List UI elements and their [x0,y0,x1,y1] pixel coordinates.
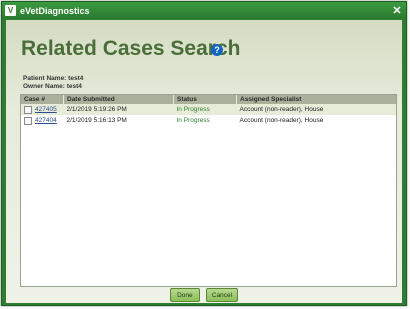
table-row[interactable]: 427404 2/1/2019 5:16:13 PM In Progress A… [21,115,396,126]
owner-name-label: Owner Name: [23,83,65,90]
patient-name-label: Patient Name: [23,75,67,82]
status-cell: In Progress [173,104,237,115]
owner-name-value: test4 [66,83,82,90]
cancel-button[interactable]: Cancel [205,288,239,302]
date-cell: 2/1/2019 5:19:26 PM [63,104,174,115]
dialog-content: Related Cases Search ? Patient Name: tes… [6,20,402,303]
specialist-cell: Account (non-reader), House [236,115,396,126]
header-assigned-specialist[interactable]: Assigned Specialist [236,95,396,104]
date-cell: 2/1/2019 5:16:13 PM [63,115,174,126]
window-title: eVetDiagnostics [20,5,90,16]
done-button[interactable]: Done [169,288,200,302]
case-cell: 427405 [21,104,64,115]
help-circle-icon[interactable]: ? [211,44,223,56]
table-row[interactable]: 427405 2/1/2019 5:19:26 PM In Progress A… [21,104,396,115]
app-logo-icon: V [5,5,16,16]
case-link[interactable]: 427405 [35,106,57,113]
related-cases-table: Case # Date Submitted Status Assigned Sp… [20,94,397,287]
dialog-window: V eVetDiagnostics ✕ Related Cases Search… [1,1,407,306]
case-link[interactable]: 427404 [35,117,57,124]
row-checkbox[interactable] [24,105,32,114]
button-bar: Done Cancel [6,288,402,302]
patient-name-value: test4 [68,75,84,82]
title-bar[interactable]: V eVetDiagnostics ✕ [2,2,406,19]
table-header-row: Case # Date Submitted Status Assigned Sp… [21,95,396,104]
owner-name: Owner Name: test4 [23,83,82,90]
row-checkbox[interactable] [24,116,32,125]
specialist-cell: Account (non-reader), House [236,104,396,115]
case-cell: 427404 [21,115,64,126]
header-date-submitted[interactable]: Date Submitted [63,95,174,104]
header-case[interactable]: Case # [21,95,64,104]
status-cell: In Progress [173,115,237,126]
patient-name: Patient Name: test4 [23,75,83,82]
header-status[interactable]: Status [173,95,237,104]
page-title: Related Cases Search [21,37,241,60]
close-icon[interactable]: ✕ [391,5,403,17]
